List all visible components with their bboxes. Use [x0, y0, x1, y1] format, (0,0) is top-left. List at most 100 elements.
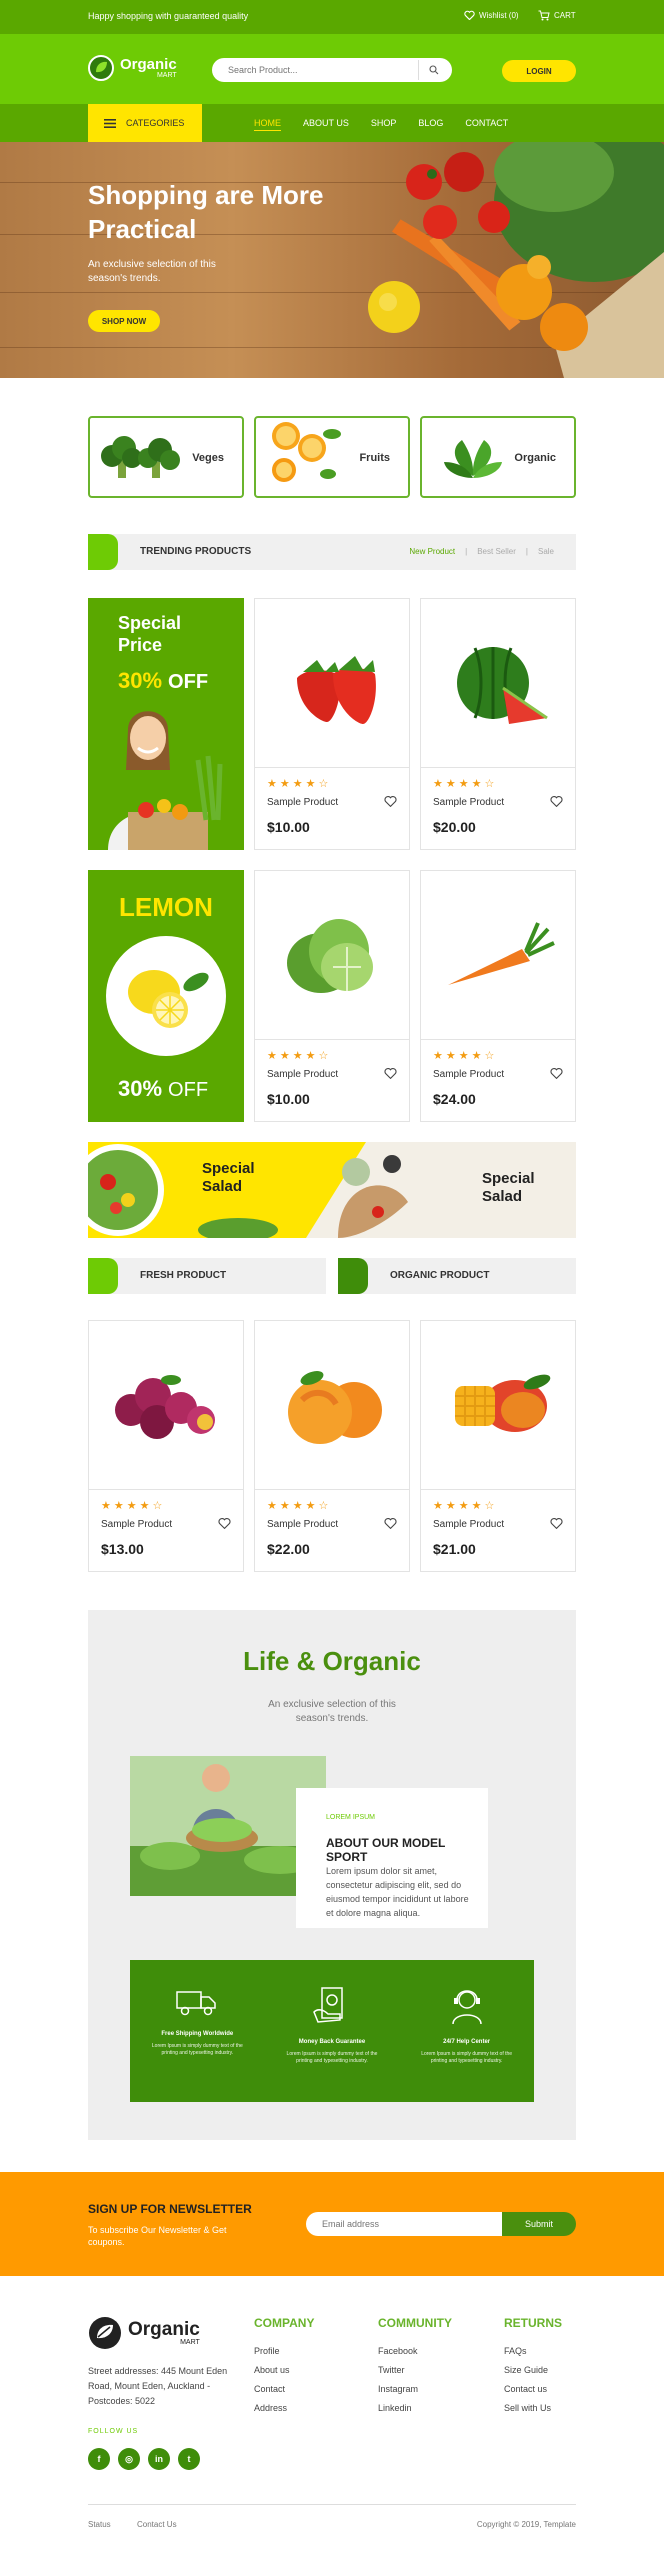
- filter-best-seller[interactable]: Best Seller: [477, 547, 516, 556]
- footer-logo[interactable]: Organic MART: [88, 2316, 200, 2350]
- footer-link[interactable]: FAQs: [504, 2346, 562, 2356]
- lemon-image: [106, 936, 226, 1056]
- product-card[interactable]: ★★★★☆ Sample Product $10.00: [254, 870, 410, 1122]
- copyright: Copyright © 2019, Template: [476, 2520, 576, 2529]
- card-divider: [421, 767, 575, 768]
- search-input[interactable]: [228, 62, 408, 78]
- category-veges[interactable]: Veges: [88, 416, 244, 498]
- footer-link[interactable]: Twitter: [378, 2365, 452, 2375]
- product-price: $24.00: [433, 1091, 476, 1107]
- newsletter-section: SIGN UP FOR NEWSLETTER To subscribe Our …: [0, 2172, 664, 2276]
- product-card[interactable]: ★★★★☆ Sample Product $24.00: [420, 870, 576, 1122]
- footer-link[interactable]: Contact us: [504, 2384, 562, 2394]
- product-price: $10.00: [267, 819, 310, 835]
- wishlist-heart-icon[interactable]: [550, 1517, 563, 1529]
- logo[interactable]: Organic MART: [88, 55, 177, 81]
- wishlist-heart-icon[interactable]: [218, 1517, 231, 1529]
- category-fruits[interactable]: Fruits: [254, 416, 410, 498]
- footer-link[interactable]: Profile: [254, 2346, 314, 2356]
- nav-contact[interactable]: CONTACT: [465, 118, 508, 131]
- wishlist-heart-icon[interactable]: [550, 795, 563, 807]
- nav-shop[interactable]: SHOP: [371, 118, 397, 131]
- footer-link[interactable]: Linkedin: [378, 2403, 452, 2413]
- leaf-logo-icon: [89, 2317, 121, 2349]
- footer-link[interactable]: Facebook: [378, 2346, 452, 2356]
- about-textbox: LOREM IPSUM ABOUT OUR MODEL SPORT Lorem …: [296, 1788, 488, 1928]
- filter-new-product[interactable]: New Product: [409, 547, 455, 556]
- login-button[interactable]: LOGIN: [502, 60, 576, 82]
- nav-blog[interactable]: BLOG: [418, 118, 443, 131]
- feature-title: Free Shipping Worldwide: [161, 2031, 234, 2037]
- promo-title: LEMON: [119, 892, 213, 922]
- fresh-title[interactable]: FRESH PRODUCT: [140, 1270, 226, 1281]
- wishlist-heart-icon[interactable]: [384, 795, 397, 807]
- special-salad-banner[interactable]: Special Salad Special Salad: [88, 1142, 576, 1238]
- lettuce-icon: [287, 919, 373, 993]
- linkedin-icon[interactable]: in: [148, 2448, 170, 2470]
- footer-contact-link[interactable]: Contact Us: [137, 2520, 177, 2529]
- search-icon: [428, 65, 438, 75]
- filter-divider: |: [525, 547, 528, 556]
- rating-stars: ★★★★☆: [433, 778, 498, 790]
- nav-home[interactable]: HOME: [254, 118, 281, 131]
- features-strip: Free Shipping Worldwide Lorem Ipsum is s…: [130, 1960, 534, 2102]
- feature-desc: Lorem Ipsum is simply dummy text of the …: [421, 2051, 513, 2064]
- orange-slices-icon: [272, 422, 341, 482]
- special-price-promo[interactable]: Special Price 30% OFF: [88, 598, 244, 850]
- twitter-icon[interactable]: t: [178, 2448, 200, 2470]
- product-name: Sample Product: [267, 797, 339, 808]
- footer-link[interactable]: Instagram: [378, 2384, 452, 2394]
- peaches-icon: [288, 1371, 382, 1444]
- footer-column-community: COMMUNITY Facebook Twitter Instagram Lin…: [378, 2316, 452, 2422]
- product-name: Sample Product: [101, 1519, 173, 1530]
- submit-button[interactable]: Submit: [502, 2212, 576, 2236]
- product-card[interactable]: ★★★★☆ Sample Product $20.00: [420, 598, 576, 850]
- section-tab-marker: [338, 1258, 368, 1294]
- product-image: [89, 1321, 243, 1489]
- footer-link[interactable]: Address: [254, 2403, 314, 2413]
- organic-title[interactable]: ORGANIC PRODUCT: [390, 1270, 489, 1281]
- wishlist-heart-icon[interactable]: [384, 1067, 397, 1079]
- footer-link[interactable]: Size Guide: [504, 2365, 562, 2375]
- footer-logo-text: Organic: [128, 2318, 200, 2340]
- product-price: $22.00: [267, 1541, 310, 1557]
- page: Happy shopping with guaranteed quality W…: [0, 0, 664, 2560]
- rating-stars: ★★★★☆: [267, 1050, 332, 1062]
- wishlist-link[interactable]: Wishlist (0): [464, 10, 519, 20]
- product-name: Sample Product: [433, 1069, 505, 1080]
- categories-button[interactable]: CATEGORIES: [88, 104, 202, 142]
- instagram-icon[interactable]: ◎: [118, 2448, 140, 2470]
- category-organic[interactable]: Organic: [420, 416, 576, 498]
- footer-link[interactable]: Sell with Us: [504, 2403, 562, 2413]
- nav-about[interactable]: ABOUT US: [303, 118, 349, 131]
- promo-off: OFF: [168, 1079, 209, 1101]
- product-image: [421, 1321, 575, 1489]
- promo-off: OFF: [168, 671, 209, 693]
- about-section: Life & Organic An exclusive selection of…: [88, 1610, 576, 2140]
- feature-desc: Lorem Ipsum is simply dummy text of the …: [286, 2051, 378, 2064]
- wishlist-label: Wishlist (0): [479, 10, 519, 20]
- product-price: $21.00: [433, 1541, 476, 1557]
- filter-sale[interactable]: Sale: [538, 547, 554, 556]
- truck-icon: [176, 1991, 217, 2016]
- product-card[interactable]: ★★★★☆ Sample Product $21.00: [420, 1320, 576, 1572]
- search-button[interactable]: [418, 60, 448, 80]
- promo-title: Special Price: [118, 613, 182, 655]
- wishlist-heart-icon[interactable]: [550, 1067, 563, 1079]
- footer-link[interactable]: About us: [254, 2365, 314, 2375]
- newsletter-title: SIGN UP FOR NEWSLETTER: [88, 2202, 252, 2216]
- shop-now-button[interactable]: SHOP NOW: [88, 310, 160, 332]
- trending-title: TRENDING PRODUCTS: [140, 546, 252, 557]
- lemon-promo[interactable]: LEMON 30% OFF: [88, 870, 244, 1122]
- wishlist-heart-icon[interactable]: [384, 1517, 397, 1529]
- product-card[interactable]: ★★★★☆ Sample Product $10.00: [254, 598, 410, 850]
- footer-link[interactable]: Contact: [254, 2384, 314, 2394]
- footer-status-link[interactable]: Status: [88, 2520, 111, 2529]
- product-name: Sample Product: [433, 797, 505, 808]
- product-card[interactable]: ★★★★☆ Sample Product $13.00: [88, 1320, 244, 1572]
- email-input[interactable]: [306, 2212, 502, 2236]
- facebook-icon[interactable]: f: [88, 2448, 110, 2470]
- cart-link[interactable]: CART: [538, 10, 576, 21]
- product-image: [255, 871, 409, 1039]
- product-card[interactable]: ★★★★☆ Sample Product $22.00: [254, 1320, 410, 1572]
